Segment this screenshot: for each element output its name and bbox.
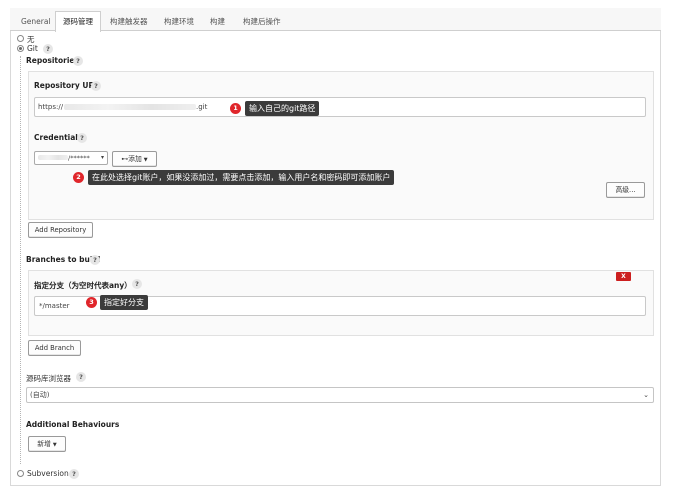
repository-browser-label: 源码库浏览器: [26, 374, 71, 383]
add-credentials-label: 添加: [128, 155, 142, 163]
scm-git-label: Git: [27, 44, 38, 53]
repository-url-prefix: https://: [38, 103, 64, 111]
scm-git-radio[interactable]: [17, 45, 24, 52]
annotation-badge-1: 1: [230, 103, 241, 114]
add-repository-button[interactable]: Add Repository: [28, 222, 93, 238]
scm-subversion-label: Subversion: [27, 469, 69, 478]
repository-browser-value: (自动): [30, 391, 50, 399]
scm-subversion-radio[interactable]: [17, 470, 24, 477]
credentials-label: Credentials: [34, 133, 83, 142]
repositories-title: Repositories: [26, 56, 79, 65]
git-section-divider: [20, 56, 21, 464]
annotation-note-1: 输入自己的git路径: [245, 101, 320, 116]
annotation-note-3: 指定好分支: [100, 295, 148, 310]
tab-post-build-actions[interactable]: 构建后操作: [235, 11, 289, 31]
add-behaviour-label: 新增: [37, 440, 51, 448]
repository-browser-help-icon[interactable]: ?: [76, 372, 86, 382]
tab-source-code-management[interactable]: 源码管理: [55, 11, 101, 32]
chevron-down-icon: ▾: [100, 154, 104, 161]
repository-browser-select[interactable]: (自动) ⌄: [26, 387, 654, 403]
branch-specifier-label: 指定分支（为空时代表any）: [34, 281, 132, 290]
annotation-note-2: 在此处选择git账户，如果没添加过，需要点击添加，输入用户名和密码即可添加账户: [88, 170, 395, 185]
tab-general[interactable]: General: [13, 11, 59, 31]
repository-url-help-icon[interactable]: ?: [91, 81, 101, 91]
add-branch-button[interactable]: Add Branch: [28, 340, 81, 356]
add-credentials-button[interactable]: ⊷添加 ▼: [112, 151, 157, 167]
subversion-help-icon[interactable]: ?: [69, 469, 79, 479]
chevron-down-icon: ▼: [143, 157, 148, 163]
add-behaviour-button[interactable]: 新增 ▼: [28, 436, 66, 452]
delete-branch-button[interactable]: X: [616, 272, 631, 281]
branch-specifier-help-icon[interactable]: ?: [132, 279, 142, 289]
annotation-badge-2: 2: [73, 172, 84, 183]
repository-url-label: Repository URL: [34, 81, 99, 90]
chevron-down-icon: ▼: [52, 442, 57, 448]
scm-none-radio[interactable]: [17, 35, 24, 42]
redacted-credentials-blur: [38, 155, 68, 160]
additional-behaviours-title: Additional Behaviours: [26, 420, 120, 429]
redacted-url-blur: [64, 104, 196, 110]
tab-build-environment[interactable]: 构建环境: [156, 11, 202, 31]
repository-url-suffix: .git: [196, 103, 208, 111]
credentials-value: /******: [68, 154, 90, 162]
advanced-button[interactable]: 高级...: [606, 182, 645, 198]
branches-help-icon[interactable]: ?: [90, 255, 100, 265]
chevron-down-icon: ⌄: [643, 391, 649, 399]
git-help-icon[interactable]: ?: [43, 44, 53, 54]
tab-build-triggers[interactable]: 构建触发器: [102, 11, 156, 31]
credentials-help-icon[interactable]: ?: [77, 133, 87, 143]
tab-bar: General 源码管理 构建触发器 构建环境 构建 构建后操作: [10, 8, 661, 32]
credentials-select[interactable]: /****** ▾: [34, 151, 108, 165]
tab-build[interactable]: 构建: [202, 11, 233, 31]
annotation-badge-3: 3: [86, 297, 97, 308]
repository-panel: [28, 71, 654, 220]
repositories-help-icon[interactable]: ?: [73, 56, 83, 66]
